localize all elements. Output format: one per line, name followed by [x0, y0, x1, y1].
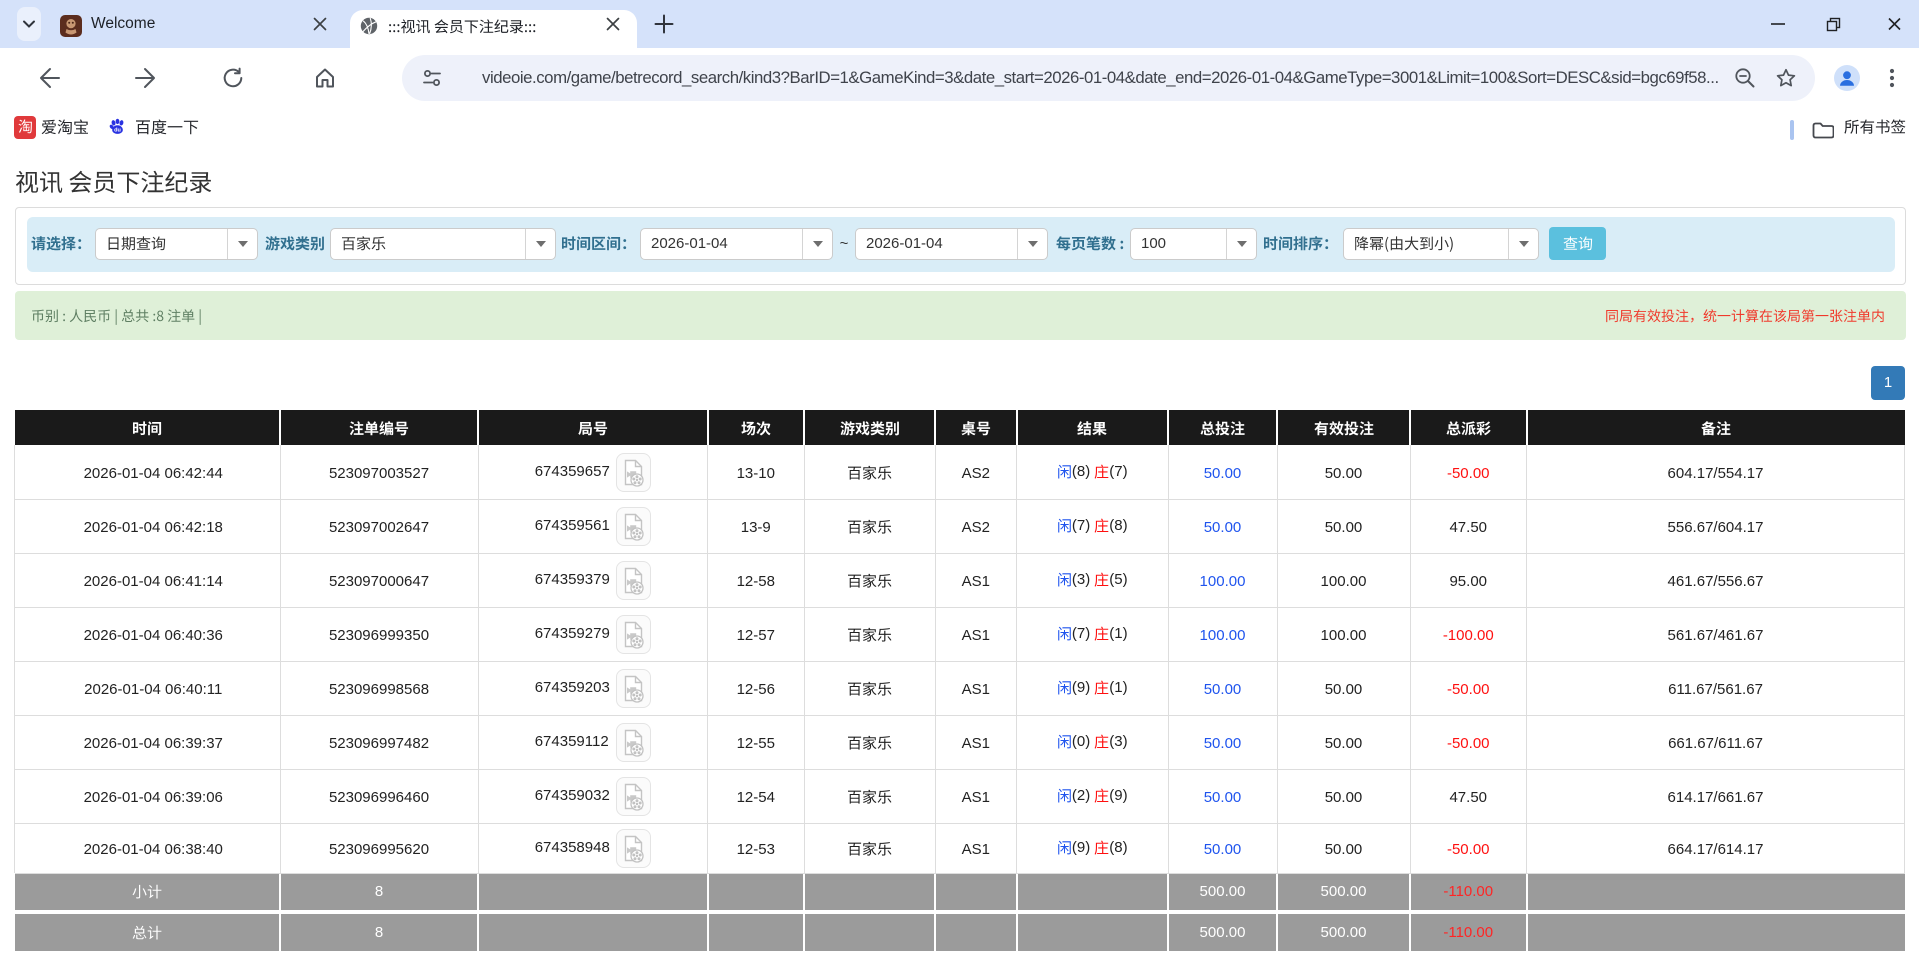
svg-text:du: du [114, 127, 121, 133]
